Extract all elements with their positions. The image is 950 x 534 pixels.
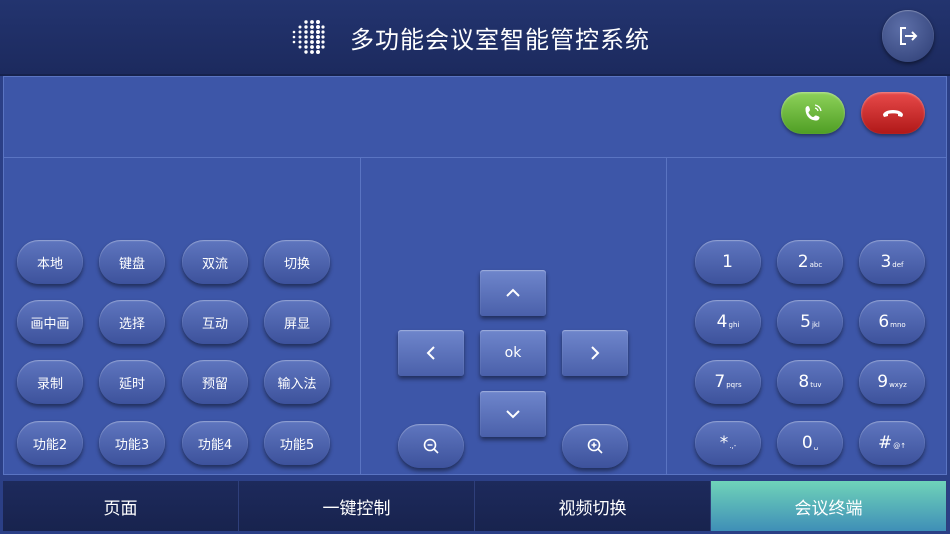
function-button-label: 切换: [283, 256, 310, 272]
bottom-tab-bar: 页面 一键控制 视频切换 会议终端: [3, 481, 947, 531]
phone-hangup-icon: [883, 110, 903, 117]
zoom-in-icon: [587, 438, 603, 454]
logout-icon: [900, 27, 918, 45]
function-button[interactable]: 功能5: [264, 421, 330, 465]
function-button[interactable]: 切换: [264, 240, 330, 284]
keypad-digit: #: [877, 433, 893, 453]
function-button[interactable]: 功能2: [17, 421, 83, 465]
zoom-out-icon: [423, 438, 439, 454]
function-button[interactable]: 互动: [182, 300, 248, 344]
ok-button[interactable]: ok: [480, 330, 546, 376]
function-button[interactable]: 输入法: [264, 360, 330, 404]
answer-call-button[interactable]: [781, 92, 845, 134]
function-button-label: 选择: [118, 316, 145, 332]
keypad-digit: 1: [722, 252, 733, 272]
tab-one-key-control[interactable]: 一键控制: [239, 481, 475, 531]
keypad-letters: pqrs: [726, 381, 742, 389]
keypad-letters: abc: [809, 261, 823, 269]
function-button-label: 功能4: [197, 437, 233, 453]
keypad-digit: 2: [797, 252, 809, 272]
keypad-key[interactable]: 3 def: [859, 240, 925, 284]
zoom-out-button[interactable]: [398, 424, 464, 468]
function-button-label: 双流: [201, 256, 228, 272]
left-button[interactable]: [398, 330, 464, 376]
function-button[interactable]: 双流: [182, 240, 248, 284]
keypad-letters: @↑: [893, 442, 907, 450]
keypad-key[interactable]: 1: [695, 240, 761, 284]
keypad-key[interactable]: * .,-: [695, 421, 761, 465]
keypad-letters: ␣: [813, 442, 819, 450]
keypad-letters: .,-: [729, 442, 737, 450]
keypad-key[interactable]: 2 abc: [777, 240, 843, 284]
keypad-digit: 9: [877, 372, 889, 392]
chevron-down-icon: [506, 410, 520, 419]
keypad-key[interactable]: 9 wxyz: [859, 360, 925, 404]
exit-button[interactable]: [882, 10, 934, 62]
down-button[interactable]: [480, 391, 546, 437]
function-button[interactable]: 功能3: [99, 421, 165, 465]
keypad-digit: 0: [801, 433, 813, 453]
function-button-label: 预留: [201, 376, 228, 392]
keypad-letters: tuv: [810, 381, 822, 389]
keypad-key[interactable]: 8 tuv: [777, 360, 843, 404]
keypad-digit: 3: [880, 252, 892, 272]
tab-video-switch[interactable]: 视频切换: [475, 481, 711, 531]
function-button[interactable]: 屏显: [264, 300, 330, 344]
keypad-digit: 7: [714, 372, 726, 392]
function-button-label: 功能3: [114, 437, 150, 453]
keypad-key[interactable]: 7 pqrs: [695, 360, 761, 404]
function-button[interactable]: 本地: [17, 240, 83, 284]
keypad-key[interactable]: 4 ghi: [695, 300, 761, 344]
hangup-call-button[interactable]: [861, 92, 925, 134]
keypad-digit: 5: [800, 312, 811, 332]
keypad-letters: jkl: [811, 321, 820, 329]
function-button-label: 键盘: [118, 256, 145, 272]
keypad-letters: ghi: [728, 321, 740, 329]
keypad-key[interactable]: 6 mno: [859, 300, 925, 344]
function-button[interactable]: 键盘: [99, 240, 165, 284]
function-button-label: 屏显: [283, 316, 310, 332]
keypad-digit: 8: [798, 372, 810, 392]
function-button[interactable]: 功能4: [182, 421, 248, 465]
function-button-label: 本地: [36, 256, 63, 272]
function-button[interactable]: 选择: [99, 300, 165, 344]
keypad-digit: 4: [716, 312, 728, 332]
tab-conference-terminal[interactable]: 会议终端: [711, 481, 947, 531]
keypad-digit: *: [719, 433, 729, 453]
zoom-in-button[interactable]: [562, 424, 628, 468]
chevron-left-icon: [426, 346, 435, 360]
function-button[interactable]: 录制: [17, 360, 83, 404]
function-button-label: 功能5: [279, 437, 315, 453]
function-button-label: 录制: [36, 376, 63, 392]
dot-grid-logo-icon: [292, 20, 325, 54]
up-button[interactable]: [480, 270, 546, 316]
function-button[interactable]: 延时: [99, 360, 165, 404]
ok-label: ok: [504, 345, 522, 361]
keypad-digit: 6: [878, 312, 890, 332]
page-title: 多功能会议室智能管控系统: [350, 26, 650, 54]
keypad-key[interactable]: # @↑: [859, 421, 925, 465]
function-button-label: 互动: [201, 316, 228, 332]
keypad-letters: def: [892, 261, 904, 269]
function-button-label: 画中画: [30, 316, 70, 332]
tab-page[interactable]: 页面: [3, 481, 239, 531]
function-button-label: 延时: [118, 376, 145, 392]
header-bar: 多功能会议室智能管控系统: [0, 0, 950, 76]
function-button-label: 输入法: [277, 376, 317, 392]
function-button[interactable]: 预留: [182, 360, 248, 404]
right-button[interactable]: [562, 330, 628, 376]
function-button[interactable]: 画中画: [17, 300, 83, 344]
phone-answer-icon: [805, 104, 822, 121]
keypad-letters: wxyz: [889, 381, 907, 389]
function-button-label: 功能2: [32, 437, 68, 453]
keypad-key[interactable]: 5 jkl: [777, 300, 843, 344]
chevron-right-icon: [591, 346, 600, 360]
chevron-up-icon: [506, 288, 520, 297]
keypad-letters: mno: [890, 321, 906, 329]
keypad-key[interactable]: 0 ␣: [777, 421, 843, 465]
